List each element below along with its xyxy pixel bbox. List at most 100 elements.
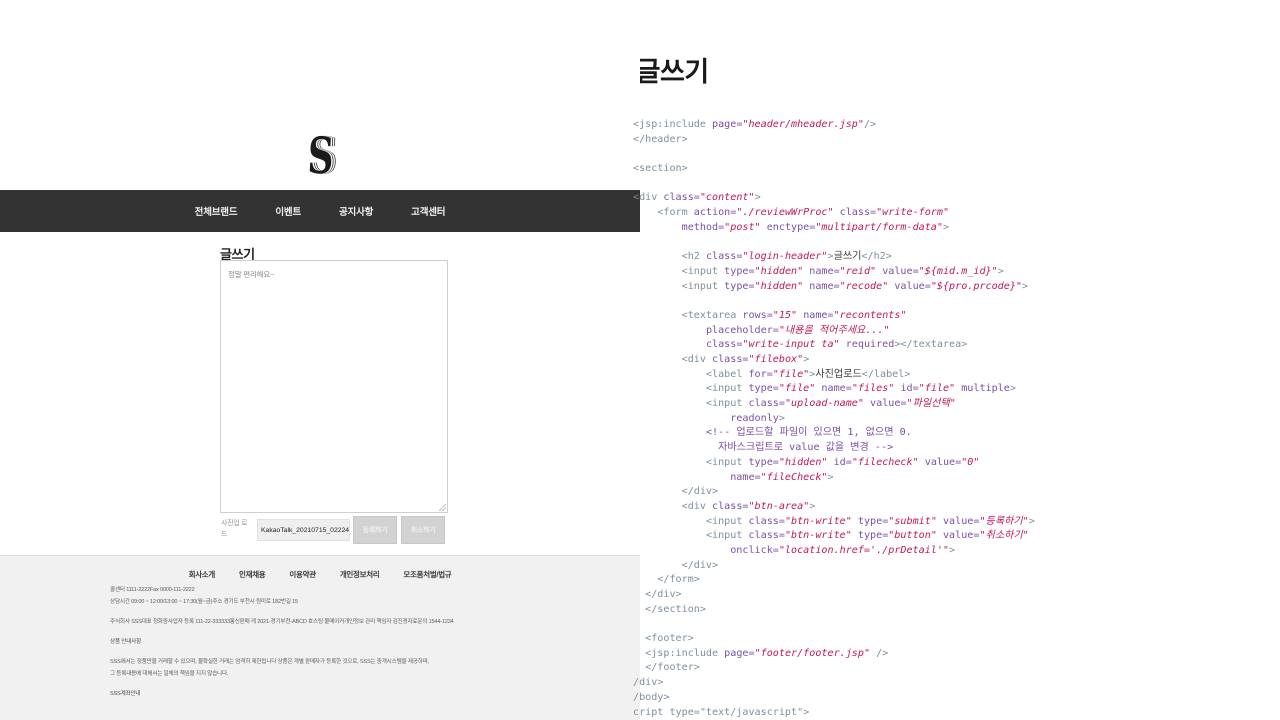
code-line: <div class="content"> <box>633 191 1273 206</box>
code-token-attr: name= <box>821 383 852 395</box>
code-token-tag: </footer> <box>645 662 700 674</box>
footer-link-about[interactable]: 회사소개 <box>189 569 216 580</box>
code-line: <input class="upload-name" value="파일선택" <box>633 397 1273 412</box>
code-line: </div> <box>633 485 1273 500</box>
filebox-row: 사진업 로드 KakaoTalk_20210715_022242( 등록하기 취… <box>220 514 448 546</box>
code-token-val: "등록하기" <box>979 515 1029 527</box>
upload-name-field[interactable]: KakaoTalk_20210715_022242( <box>257 519 350 541</box>
code-token-val: "write-form" <box>876 207 950 219</box>
nav-item-event[interactable]: 이벤트 <box>275 204 301 218</box>
footer-link-recruit[interactable]: 인재채용 <box>239 569 266 580</box>
code-token-tag: <div <box>681 354 713 365</box>
code-token-val: "recontents" <box>833 309 907 321</box>
code-token-tag: /div> <box>633 677 664 689</box>
code-token-attr: value= <box>924 456 962 468</box>
footer-line-notice-2: 그 등록내용에 대해서는 일체의 책임을 지지 않습니다. <box>110 671 229 677</box>
site-logo-text: S <box>306 126 334 185</box>
code-token-tag: </label> <box>861 368 911 380</box>
footer-line-hours: 상담시간 09:00 ~ 12:00/13:00 ~ 17:30(월~금)주소 … <box>110 599 298 605</box>
footer-link-counterfeit[interactable]: 모조품처벌/법규 <box>403 569 451 580</box>
code-line: placeholder="내용을 적어주세요..." <box>633 324 1273 339</box>
page-title: 리뷰 글쓰기 <box>580 57 709 87</box>
code-line: <input type="hidden" id="filecheck" valu… <box>633 456 1273 471</box>
code-token-val: "login-header" <box>742 251 828 263</box>
review-textarea[interactable]: 정말 편리해요~ <box>220 260 448 513</box>
code-token-tag: <section> <box>633 163 688 175</box>
nav-item-customer-center[interactable]: 고객센터 <box>411 204 445 218</box>
photo-upload-label[interactable]: 사진업 로드 <box>221 518 251 540</box>
code-line: <textarea rows="15" name="recontents" <box>633 309 1273 324</box>
code-token-tag: <h2 <box>681 251 706 263</box>
code-token-tag: <jsp:include <box>633 119 713 130</box>
review-textarea-value: 정말 편리해요~ <box>228 270 275 279</box>
code-token-attr: type= <box>748 383 779 395</box>
code-token-attr: page= <box>724 647 755 659</box>
code-token-attr: type= <box>857 530 889 542</box>
code-token-tag: <input <box>681 280 725 292</box>
code-line: </div> <box>633 559 1273 574</box>
code-token-tag: </div> <box>681 486 719 498</box>
code-line: <jsp:include page="footer/footer.jsp" /> <box>633 647 1273 662</box>
code-token-attr: class= <box>663 192 700 204</box>
code-token-val: "recode" <box>839 280 889 292</box>
code-token-val: "15" <box>772 309 798 321</box>
submit-button[interactable]: 등록하기 <box>353 516 397 544</box>
nav-item-notice[interactable]: 공지사항 <box>339 204 373 218</box>
code-token-tag: > <box>1021 280 1029 292</box>
code-line: <input type="hidden" name="reid" value="… <box>633 265 1273 280</box>
code-token-tag: </div> <box>681 559 719 571</box>
code-token-val: "btn-write" <box>784 530 852 542</box>
site-footer: 회사소개 인재채용 이용약관 개인정보처리 모조품처벌/법규 콜센터 1111-… <box>0 555 640 720</box>
code-token-attr: value= <box>882 265 919 277</box>
code-line: <input class="btn-write" type="submit" v… <box>633 515 1273 530</box>
code-token-tag: > <box>949 544 956 556</box>
code-token-val: "button" <box>888 530 937 542</box>
code-token-val: "files" <box>851 383 895 395</box>
code-token-attr: type= <box>748 456 779 468</box>
cancel-button[interactable]: 취소하기 <box>401 516 445 544</box>
code-line: <h2 class="login-header">글쓰기</h2> <box>633 250 1273 265</box>
code-line: <input type="hidden" name="recode" value… <box>633 280 1273 295</box>
code-token-tag: <input <box>705 530 749 542</box>
footer-link-privacy[interactable]: 개인정보처리 <box>340 569 380 580</box>
code-token-val: "hidden" <box>778 456 828 468</box>
code-line: </form> <box>633 573 1273 588</box>
code-token-attr: value= <box>870 398 907 410</box>
code-token-val: "reid" <box>839 265 877 277</box>
footer-link-terms[interactable]: 이용약관 <box>289 569 316 580</box>
code-token-attr: page= <box>712 119 743 130</box>
code-line: </div> <box>633 588 1273 603</box>
code-line: /div> <box>633 676 1273 691</box>
code-token-txt: 사진업로드 <box>815 368 862 380</box>
code-token-attr: type= <box>724 265 755 277</box>
code-token-tag: <div <box>681 500 713 512</box>
code-token-tag: <input <box>705 456 749 468</box>
code-token-tag: <textarea <box>681 309 743 321</box>
code-token-tag: > <box>997 265 1004 277</box>
code-token-attr: value= <box>894 280 931 292</box>
code-token-tag: > <box>809 500 816 512</box>
textarea-resize-grip[interactable] <box>439 504 446 511</box>
code-line: </section> <box>633 603 1273 618</box>
code-token-val: "location.href='./prDetail'" <box>778 544 950 556</box>
site-logo: S <box>0 125 640 187</box>
footer-line-account-title: SSS계좌안내 <box>110 691 141 697</box>
code-token-attr: class= <box>839 207 877 219</box>
code-line: <div class="filebox"> <box>633 353 1273 368</box>
code-token-val: "btn-area" <box>748 500 810 512</box>
slide-root: 리뷰 글쓰기 S 전체브랜드 이벤트 공지사항 고객센터 글쓰기 정말 편리해요… <box>0 0 1280 720</box>
nav-item-all-brands[interactable]: 전체브랜드 <box>195 204 238 218</box>
